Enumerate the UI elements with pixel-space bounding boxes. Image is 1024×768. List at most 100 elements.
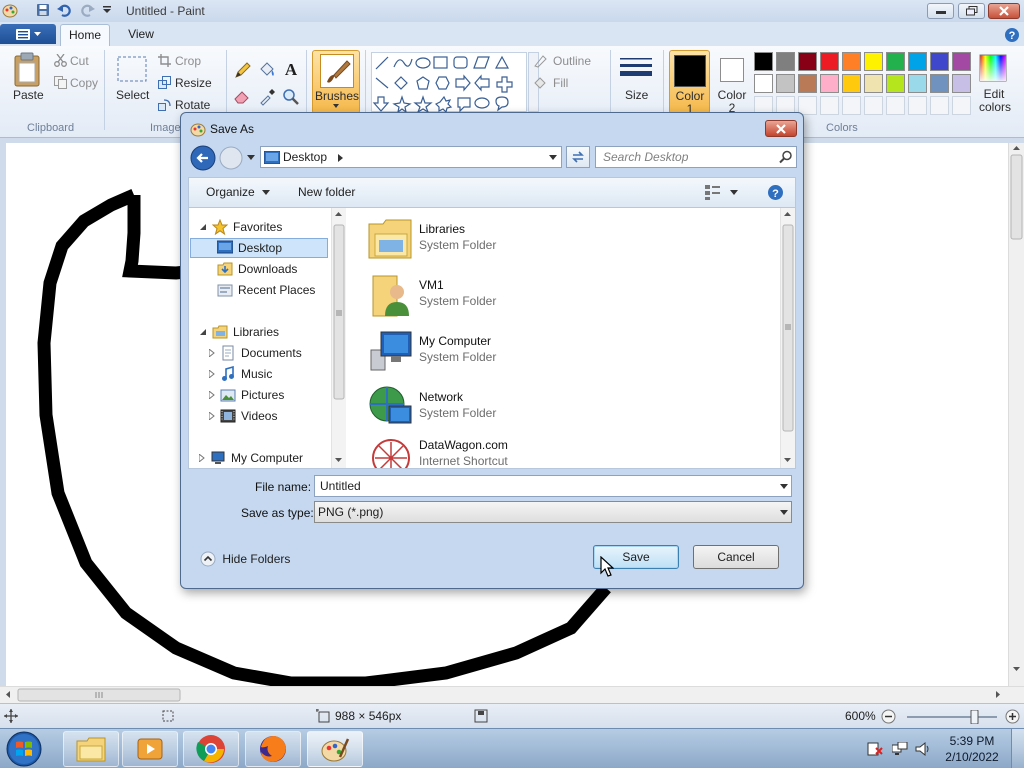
- palette-swatch[interactable]: [930, 52, 949, 71]
- redo-icon[interactable]: [79, 2, 95, 18]
- taskbar-chrome[interactable]: [183, 731, 239, 767]
- palette-swatch[interactable]: [864, 74, 883, 93]
- dialog-close-button[interactable]: [765, 120, 797, 137]
- file-item-datawagon[interactable]: DataWagon.com Internet Shortcut: [367, 430, 767, 468]
- palette-swatch[interactable]: [886, 52, 905, 71]
- select-button[interactable]: [117, 56, 147, 82]
- custom-color-slot[interactable]: [908, 96, 927, 115]
- taskbar-paint[interactable]: [307, 731, 363, 767]
- clock-date[interactable]: 2/10/2022: [940, 750, 1004, 764]
- color2-button[interactable]: Color 2: [712, 50, 752, 114]
- fill-tool-icon[interactable]: [258, 61, 276, 79]
- palette-swatch[interactable]: [908, 52, 927, 71]
- rotate-button[interactable]: Rotate: [175, 98, 210, 112]
- nav-libraries[interactable]: Libraries: [199, 322, 279, 342]
- save-quick-icon[interactable]: [35, 2, 51, 18]
- palette-swatch[interactable]: [798, 52, 817, 71]
- crop-button[interactable]: Crop: [175, 54, 201, 68]
- palette-swatch[interactable]: [842, 52, 861, 71]
- cut-button[interactable]: Cut: [70, 54, 89, 68]
- paint-menu-button[interactable]: [0, 24, 56, 44]
- nav-my-computer[interactable]: My Computer: [199, 448, 303, 468]
- back-button[interactable]: [190, 145, 216, 171]
- color-picker-icon[interactable]: [258, 88, 276, 106]
- outline-button[interactable]: Outline: [553, 54, 591, 68]
- magnifier-icon[interactable]: [282, 88, 300, 106]
- taskbar-media-player[interactable]: [122, 731, 178, 767]
- zoom-out-button[interactable]: [881, 709, 896, 724]
- horizontal-scrollbar[interactable]: [0, 686, 1024, 703]
- refresh-button[interactable]: [566, 146, 590, 168]
- action-center-icon[interactable]: [867, 742, 883, 756]
- palette-swatch[interactable]: [908, 74, 927, 93]
- paste-button[interactable]: [12, 52, 42, 88]
- dialog-help-icon[interactable]: ?: [767, 184, 784, 201]
- taskbar-firefox[interactable]: [245, 731, 301, 767]
- show-desktop-button[interactable]: [1011, 729, 1024, 768]
- restore-button[interactable]: [958, 3, 985, 19]
- search-input[interactable]: Search Desktop: [595, 146, 797, 168]
- file-name-input[interactable]: Untitled: [314, 475, 792, 497]
- palette-swatch[interactable]: [820, 74, 839, 93]
- taskbar-explorer[interactable]: [63, 731, 119, 767]
- organize-button[interactable]: Organize: [206, 185, 271, 199]
- start-button[interactable]: [4, 730, 44, 768]
- size-label[interactable]: Size: [625, 88, 648, 102]
- palette-swatch[interactable]: [864, 52, 883, 71]
- edit-colors-button[interactable]: Edit colors: [979, 88, 1011, 114]
- nav-desktop[interactable]: Desktop: [190, 238, 328, 258]
- undo-icon[interactable]: [57, 2, 73, 18]
- custom-color-slot[interactable]: [820, 96, 839, 115]
- fill-button[interactable]: Fill: [553, 76, 568, 90]
- nav-downloads[interactable]: Downloads: [217, 259, 297, 279]
- file-item-vm1[interactable]: VM1 System Folder: [367, 270, 767, 320]
- save-type-select[interactable]: PNG (*.png): [314, 501, 792, 523]
- zoom-slider[interactable]: [907, 710, 997, 724]
- minimize-button[interactable]: [927, 3, 954, 19]
- custom-color-slot[interactable]: [952, 96, 971, 115]
- volume-icon[interactable]: [915, 741, 931, 757]
- brushes-button[interactable]: Brushes: [312, 50, 360, 114]
- nav-favorites[interactable]: Favorites: [199, 217, 282, 237]
- palette-swatch[interactable]: [952, 74, 971, 93]
- forward-button[interactable]: [219, 146, 243, 170]
- palette-swatch[interactable]: [754, 74, 773, 93]
- new-folder-button[interactable]: New folder: [298, 185, 355, 199]
- address-bar[interactable]: Desktop: [260, 146, 562, 168]
- view-dropdown-icon[interactable]: [730, 190, 738, 196]
- nav-music[interactable]: Music: [209, 364, 272, 384]
- text-tool-icon[interactable]: A: [282, 60, 300, 78]
- nav-recent-places[interactable]: Recent Places: [217, 280, 315, 300]
- zoom-in-button[interactable]: [1005, 709, 1020, 724]
- address-dropdown-icon[interactable]: [549, 155, 557, 161]
- tab-home[interactable]: Home: [60, 24, 110, 46]
- view-options-icon[interactable]: [705, 184, 721, 200]
- palette-swatch[interactable]: [952, 52, 971, 71]
- palette-swatch[interactable]: [776, 52, 795, 71]
- palette-swatch[interactable]: [798, 74, 817, 93]
- palette-swatch[interactable]: [820, 52, 839, 71]
- tab-view[interactable]: View: [116, 24, 166, 46]
- palette-swatch[interactable]: [886, 74, 905, 93]
- customize-qat-icon[interactable]: [99, 2, 115, 18]
- chevron-down-icon[interactable]: [780, 510, 788, 516]
- nav-pictures[interactable]: Pictures: [209, 385, 284, 405]
- file-item-libraries[interactable]: Libraries System Folder: [367, 214, 767, 264]
- network-tray-icon[interactable]: [892, 742, 908, 756]
- size-icon[interactable]: [620, 57, 652, 81]
- custom-color-slot[interactable]: [886, 96, 905, 115]
- nav-scrollbar[interactable]: [331, 208, 346, 468]
- color1-button[interactable]: Color 1: [669, 50, 710, 114]
- custom-color-slot[interactable]: [864, 96, 883, 115]
- select-label[interactable]: Select: [116, 88, 149, 102]
- resize-button[interactable]: Resize: [175, 76, 212, 90]
- close-window-button[interactable]: [988, 3, 1020, 19]
- hide-folders-button[interactable]: Hide Folders: [200, 551, 290, 567]
- nav-documents[interactable]: Documents: [209, 343, 302, 363]
- edit-colors-icon[interactable]: [979, 54, 1007, 82]
- help-icon[interactable]: ?: [1004, 27, 1020, 43]
- chevron-right-icon[interactable]: [338, 154, 344, 162]
- custom-color-slot[interactable]: [842, 96, 861, 115]
- palette-swatch[interactable]: [930, 74, 949, 93]
- vertical-scrollbar[interactable]: [1008, 143, 1024, 686]
